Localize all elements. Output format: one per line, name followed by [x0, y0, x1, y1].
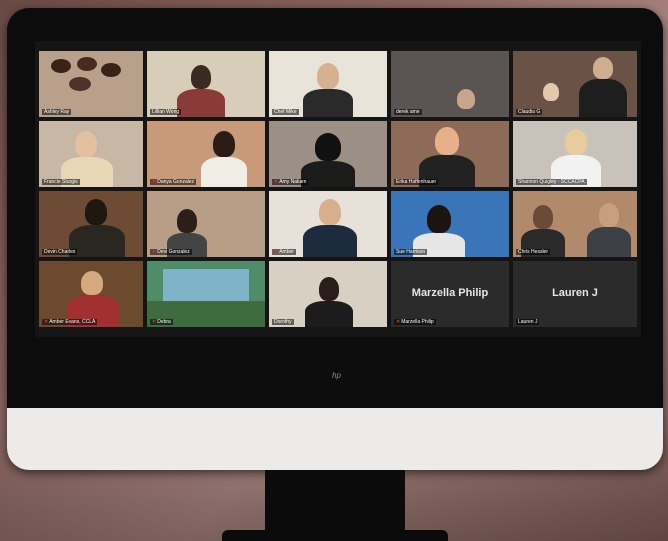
- participant-body: [301, 161, 355, 187]
- muted-icon: ✕: [44, 319, 49, 325]
- video-tile[interactable]: Shannon Quigley - SCCACPA: [513, 121, 637, 187]
- video-tile[interactable]: ✕Danya Gonzalez: [147, 121, 265, 187]
- participant-head: [593, 57, 613, 79]
- video-tile[interactable]: ✕Amy Nakam: [269, 121, 387, 187]
- participant-head: [191, 65, 211, 89]
- food-plate: [51, 59, 71, 73]
- participant-body: [201, 157, 247, 187]
- monitor-chin: [7, 408, 663, 470]
- participant-name: ✕Amber Evans, CCLA: [42, 319, 98, 325]
- participant-head: [315, 133, 341, 161]
- video-tile[interactable]: derek ame: [391, 51, 509, 117]
- window-frame: [163, 269, 249, 303]
- muted-icon: ✕: [396, 319, 401, 325]
- participant-head: [177, 209, 197, 233]
- participant-name: ✕Amy Nakam: [272, 179, 309, 185]
- participant-name: Lauren J: [516, 319, 540, 325]
- monitor-stand: [265, 470, 405, 532]
- participant-head: [213, 131, 235, 157]
- participant-name: ✕Debra: [150, 319, 173, 325]
- video-tile-camera-off[interactable]: Lauren J Lauren J: [513, 261, 637, 327]
- video-tile[interactable]: Erika Haffenhauer: [391, 121, 509, 187]
- video-tile[interactable]: ✕Devi Gonzalez: [147, 191, 265, 257]
- participant-name: ✕Marzella Philip: [394, 319, 436, 325]
- participant-head: [427, 205, 451, 233]
- participant-head: [533, 205, 553, 229]
- participant-name: Erika Haffenhauer: [394, 179, 439, 185]
- participant-head: [457, 89, 475, 109]
- participant-name: derek ame: [394, 109, 422, 115]
- participant-head: [565, 129, 587, 155]
- video-tile[interactable]: Chris Hessler: [513, 191, 637, 257]
- muted-icon: ✕: [152, 249, 157, 255]
- participant-body: [587, 227, 631, 257]
- participant-display-name: Lauren J: [552, 287, 598, 300]
- video-tile[interactable]: ✕Amber Evans, CCLA: [39, 261, 143, 327]
- muted-icon: ✕: [274, 249, 279, 255]
- gallery-view: Ashley Ray Lillian Wong Chef Mike derek …: [35, 47, 641, 329]
- video-tile[interactable]: Dorothy: [269, 261, 387, 327]
- participant-name-text: Debra: [157, 319, 171, 325]
- participant-name: Devin Charles: [42, 249, 78, 255]
- participant-body: [177, 89, 225, 117]
- video-tile[interactable]: Lillian Wong: [147, 51, 265, 117]
- food-plate: [69, 77, 91, 91]
- participant-head: [319, 277, 339, 301]
- video-tile[interactable]: Francie Sturgis: [39, 121, 143, 187]
- participant-body: [303, 89, 353, 117]
- participant-body: [305, 301, 353, 327]
- participant-name: Chris Hessler: [516, 249, 551, 255]
- muted-icon: ✕: [274, 179, 279, 185]
- muted-icon: ✕: [152, 179, 157, 185]
- video-tile-camera-off[interactable]: Marzella Philip ✕Marzella Philip: [391, 261, 509, 327]
- participant-body: [579, 79, 627, 117]
- participant-head: [75, 131, 97, 157]
- participant-head: [435, 127, 459, 155]
- participant-name-text: Amber: [279, 249, 294, 255]
- video-tile[interactable]: Claudia G: [513, 51, 637, 117]
- food-plate: [77, 57, 97, 71]
- participant-name: Dorothy: [272, 319, 294, 325]
- participant-name: Ashley Ray: [42, 109, 72, 115]
- participant-name-text: Amber Evans, CCLA: [49, 319, 96, 325]
- participant-name: Chef Mike: [272, 109, 299, 115]
- zoom-meeting-screen: Ashley Ray Lillian Wong Chef Mike derek …: [35, 41, 641, 383]
- participant-name: Sue Harrison: [394, 249, 428, 255]
- participant-name: ✕Danya Gonzalez: [150, 179, 197, 185]
- participant-head: [81, 271, 103, 295]
- child-head: [543, 83, 559, 101]
- participant-name: ✕Devi Gonzalez: [150, 249, 192, 255]
- video-tile[interactable]: Devin Charles: [39, 191, 143, 257]
- monitor: Ashley Ray Lillian Wong Chef Mike derek …: [7, 8, 663, 470]
- participant-name-text: Amy Nakam: [279, 179, 307, 185]
- participant-name: ✕Amber: [272, 249, 296, 255]
- participant-head: [85, 199, 107, 225]
- muted-icon: ✕: [152, 319, 157, 325]
- participant-name-text: Marzella Philip: [401, 319, 434, 325]
- participant-head: [317, 63, 339, 89]
- participant-body: [303, 225, 357, 257]
- video-tile[interactable]: Ashley Ray: [39, 51, 143, 117]
- video-tile[interactable]: Sue Harrison: [391, 191, 509, 257]
- video-tile[interactable]: ✕Debra: [147, 261, 265, 327]
- participant-display-name: Marzella Philip: [411, 287, 489, 300]
- participant-name: Lillian Wong: [150, 109, 182, 115]
- participant-name: Shannon Quigley - SCCACPA: [516, 179, 587, 185]
- participant-name-text: Danya Gonzalez: [157, 179, 195, 185]
- participant-name-text: Devi Gonzalez: [157, 249, 190, 255]
- participant-head: [599, 203, 619, 227]
- video-tile[interactable]: ✕Amber: [269, 191, 387, 257]
- participant-name: Claudia G: [516, 109, 543, 115]
- monitor-logo: hp: [332, 371, 341, 380]
- video-tile[interactable]: Chef Mike: [269, 51, 387, 117]
- participant-name: Francie Sturgis: [42, 179, 80, 185]
- participant-head: [319, 199, 341, 225]
- food-plate: [101, 63, 121, 77]
- monitor-stand-base: [222, 530, 448, 541]
